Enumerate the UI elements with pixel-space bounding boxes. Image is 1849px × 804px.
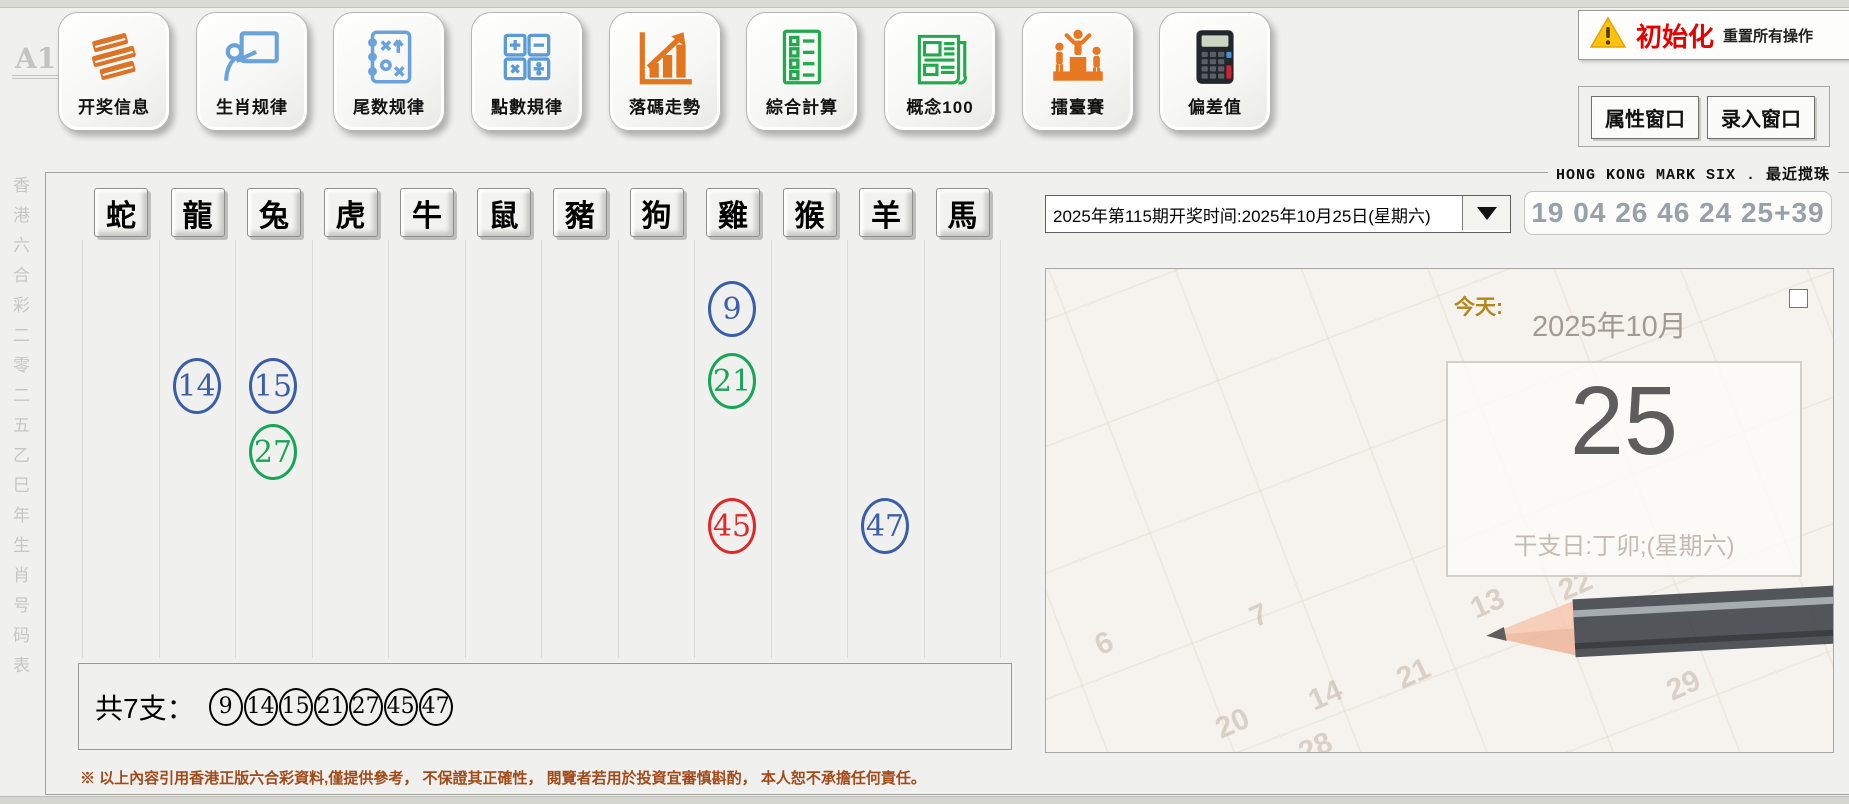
toolbar-button-arena[interactable]: 擂臺賽 (1022, 12, 1134, 131)
toolbar-button-draw-info[interactable]: 开奖信息 (58, 12, 170, 131)
summary-ball-27: 27 (349, 688, 383, 726)
today-label: 今天: (1454, 291, 1503, 321)
zodiac-button-3[interactable]: 兔 (247, 188, 301, 237)
toolbar-button-label: 开奖信息 (78, 93, 150, 118)
number-ball-45: 45 (708, 498, 756, 554)
summary-ball-15: 15 (279, 688, 313, 726)
chevron-down-icon (1477, 207, 1497, 220)
checklist-icon (769, 21, 835, 93)
board-column-line (847, 240, 848, 658)
zodiac-button-12[interactable]: 馬 (936, 188, 990, 237)
window-buttons-panel: 属性窗口 录入窗口 (1578, 86, 1830, 147)
board-column-line (618, 240, 619, 658)
draw-period-select[interactable]: 2025年第115期开奖时间:2025年10月25日(星期六) (1045, 195, 1511, 233)
board-column-line (159, 240, 160, 658)
calendar-day-card: 25 干支日:丁卯;(星期六) (1446, 361, 1802, 577)
toolbar-button-label: 綜合計算 (766, 93, 838, 118)
number-ball-9: 9 (708, 281, 756, 337)
disclaimer-text: ※ 以上內容引用香港正版六合彩資料,僅提供參考， 不保證其正確性， 閱覽者若用於… (80, 767, 926, 788)
latest-draw-numbers: 19 04 26 46 24 25+39 (1524, 191, 1832, 235)
calendar-ganzhi-text: 干支日:丁卯;(星期六) (1448, 526, 1800, 561)
books-icon (81, 21, 147, 93)
summary-ball-47: 47 (419, 688, 453, 726)
toolbar-button-label: 生肖规律 (216, 93, 288, 118)
board-column-line (235, 240, 236, 658)
number-ball-21: 21 (708, 353, 756, 409)
toolbar-button-label: 落碼走勢 (629, 93, 701, 118)
window-top-strip (0, 0, 1849, 8)
zodiac-button-1[interactable]: 蛇 (94, 188, 148, 237)
summary-count-label: 共7支： (95, 687, 195, 727)
toolbar-button-tail-rule[interactable]: 尾数规律 (333, 12, 445, 131)
entry-window-button[interactable]: 录入窗口 (1707, 96, 1815, 139)
calendar-month: 2025年10月 (1532, 303, 1687, 345)
zodiac-button-4[interactable]: 虎 (324, 188, 378, 237)
toolbar-button-composite-calc[interactable]: 綜合計算 (746, 12, 858, 131)
presenter-icon (219, 21, 285, 93)
zodiac-button-9[interactable]: 雞 (706, 188, 760, 237)
toolbar-button-concept-100[interactable]: 概念100 (884, 12, 996, 131)
zodiac-button-11[interactable]: 羊 (859, 188, 913, 237)
toolbar-button-label: 偏差值 (1188, 93, 1242, 118)
summary-ball-21: 21 (314, 688, 348, 726)
toolbar-button-label: 概念100 (906, 93, 973, 118)
window-bottom-strip (0, 796, 1849, 804)
board-column-line (388, 240, 389, 658)
zodiac-button-10[interactable]: 猴 (783, 188, 837, 237)
board-column-line (1000, 240, 1001, 658)
math-operations-icon (494, 21, 560, 93)
zodiac-button-7[interactable]: 豬 (553, 188, 607, 237)
group-box-legend: HONG KONG MARK SIX . 最近搅珠 (1548, 163, 1838, 184)
board-column-line (82, 240, 83, 658)
toolbar-button-label: 尾数规律 (353, 93, 425, 118)
summary-ball-45: 45 (384, 688, 418, 726)
calendar-panel: 6713142021222829 今天: 2025年10月 25 干支日:丁卯;… (1045, 268, 1834, 753)
board-column-line (465, 240, 466, 658)
pencil-image (1466, 575, 1834, 680)
initialize-label: 初始化 (1636, 17, 1714, 54)
properties-window-button[interactable]: 属性窗口 (1591, 96, 1699, 139)
toolbar-button-zodiac-rule[interactable]: 生肖规律 (196, 12, 308, 131)
calendar-day-number: 25 (1448, 365, 1800, 477)
watermark-a1: A1 (12, 42, 59, 79)
summary-number-list: 9141521274547 (209, 688, 454, 726)
strategy-notebook-icon (356, 21, 422, 93)
initialize-button[interactable]: 初始化 重置所有操作 (1578, 10, 1849, 60)
toolbar-button-label: 點數規律 (491, 93, 563, 118)
newspaper-icon (907, 21, 973, 93)
number-ball-15: 15 (249, 358, 297, 414)
zodiac-button-6[interactable]: 鼠 (477, 188, 531, 237)
board-column-line (924, 240, 925, 658)
number-ball-14: 14 (173, 358, 221, 414)
app-window: A1 开奖信息 生肖规律 (0, 0, 1849, 804)
dropdown-arrow-button[interactable] (1462, 196, 1510, 230)
number-ball-27: 27 (249, 424, 297, 480)
toolbar-button-deviation[interactable]: 偏差值 (1159, 12, 1271, 131)
zodiac-button-5[interactable]: 牛 (400, 188, 454, 237)
board-column-line (541, 240, 542, 658)
summary-box: 共7支： 9141521274547 (78, 663, 1012, 750)
board-column-line (694, 240, 695, 658)
side-vertical-title: 香港六合彩二零二五乙巳年生肖号码表 (7, 176, 32, 686)
trend-chart-icon (632, 21, 698, 93)
summary-ball-14: 14 (244, 688, 278, 726)
zodiac-button-2[interactable]: 龍 (171, 188, 225, 237)
toolbar-button-label: 擂臺賽 (1051, 93, 1105, 118)
summary-ball-9: 9 (209, 688, 243, 726)
warning-triangle-icon (1589, 16, 1627, 55)
number-ball-47: 47 (861, 498, 909, 554)
calculator-icon (1182, 21, 1248, 93)
board-column-line (312, 240, 313, 658)
zodiac-button-8[interactable]: 狗 (630, 188, 684, 237)
toolbar-button-points-rule[interactable]: 點數規律 (471, 12, 583, 131)
reset-all-label: 重置所有操作 (1723, 25, 1813, 46)
draw-period-value: 2025年第115期开奖时间:2025年10月25日(星期六) (1046, 202, 1461, 227)
toolbar-button-trend[interactable]: 落碼走勢 (609, 12, 721, 131)
board-column-line (771, 240, 772, 658)
calendar-checkbox[interactable] (1789, 289, 1808, 308)
podium-icon (1045, 21, 1111, 93)
